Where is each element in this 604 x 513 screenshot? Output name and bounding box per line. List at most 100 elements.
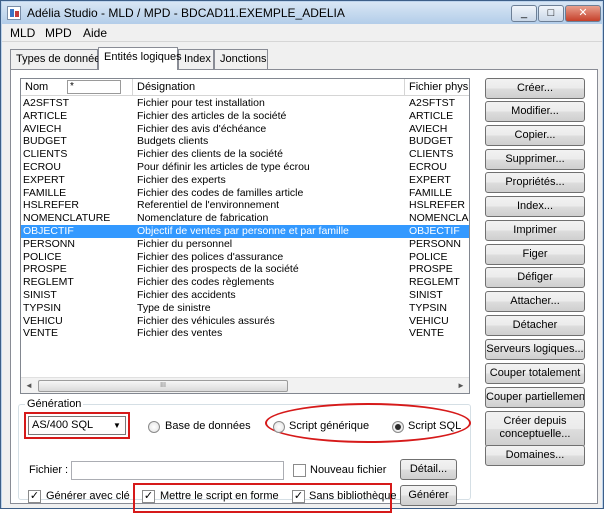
tab-types-de-donnee[interactable]: Types de donnée: [10, 49, 100, 69]
sans-bibliotheque-label: Sans bibliothèque: [309, 490, 397, 502]
maximize-button[interactable]: □: [538, 5, 564, 22]
cell-nom: BUDGET: [23, 135, 67, 148]
tab-index[interactable]: Index: [178, 49, 214, 69]
supprimer-button[interactable]: Supprimer...: [485, 149, 585, 170]
table-row[interactable]: AVIECH Fichier des avis d'échéance AVIECH: [21, 123, 469, 136]
creer-depuis-conceptuelle-button[interactable]: Créer depuis conceptuelle...: [485, 411, 585, 447]
detacher-button[interactable]: Détacher: [485, 315, 585, 336]
detail-button[interactable]: Détail...: [400, 459, 457, 480]
nom-filter-input[interactable]: *: [67, 80, 121, 94]
sans-bibliotheque-checkbox[interactable]: ✓: [292, 490, 305, 503]
menu-mpd[interactable]: MPD: [45, 26, 72, 40]
table-row[interactable]: OBJECTIF Objectif de ventes par personne …: [21, 224, 469, 238]
figer-button[interactable]: Figer: [485, 244, 585, 265]
cell-fichier: CLIENTS: [409, 148, 454, 161]
column-header-fichier-physique[interactable]: Fichier physique: [405, 79, 469, 96]
table-row[interactable]: TYPSIN Type de sinistre TYPSIN: [21, 302, 469, 315]
entities-list[interactable]: Nom * Désignation Fichier physique A2SFT…: [20, 78, 470, 394]
scroll-left-icon[interactable]: ◄: [21, 378, 37, 393]
creer-button[interactable]: Créer...: [485, 78, 585, 99]
cell-nom: TYPSIN: [23, 301, 61, 314]
copier-button[interactable]: Copier...: [485, 125, 585, 146]
table-row[interactable]: FAMILLE Fichier des codes de familles art…: [21, 187, 469, 200]
generer-avec-cle-label: Générer avec clé: [46, 490, 130, 502]
radio-base-de-donnees-label: Base de données: [165, 420, 251, 432]
scrollbar-thumb[interactable]: III: [38, 380, 288, 392]
radio-script-sql-label: Script SQL: [408, 420, 462, 432]
table-row[interactable]: NOMENCLATURE Nomenclature de fabrication N…: [21, 212, 469, 225]
couper-partiellement-button[interactable]: Couper partiellement: [485, 387, 585, 408]
domaines-button[interactable]: Domaines...: [485, 445, 585, 466]
table-row[interactable]: CLIENTS Fichier des clients de la société…: [21, 148, 469, 161]
cell-designation: Nomenclature de fabrication: [137, 212, 269, 225]
radio-script-generique[interactable]: [273, 421, 285, 433]
cell-fichier: ARTICLE: [409, 109, 454, 122]
cell-nom: ECROU: [23, 160, 61, 173]
cell-designation: Budgets clients: [137, 135, 209, 148]
table-row[interactable]: ARTICLE Fichier des articles de la sociét…: [21, 110, 469, 123]
cell-nom: PERSONN: [23, 237, 75, 250]
table-row[interactable]: EXPERT Fichier des experts EXPERT: [21, 174, 469, 187]
cell-fichier: FAMILLE: [409, 186, 453, 199]
radio-script-sql[interactable]: [392, 421, 404, 433]
cell-designation: Fichier des codes de familles article: [137, 186, 304, 199]
cell-designation: Fichier des ventes: [137, 327, 223, 340]
horizontal-scrollbar[interactable]: ◄ III ►: [21, 377, 469, 393]
close-button[interactable]: ✕: [565, 5, 601, 22]
table-row[interactable]: BUDGET Budgets clients BUDGET: [21, 135, 469, 148]
window-title: Adélia Studio - MLD / MPD - BDCAD11.EXEM…: [27, 6, 345, 20]
menu-aide[interactable]: Aide: [83, 26, 107, 40]
generer-avec-cle-checkbox[interactable]: ✓: [28, 490, 41, 503]
column-header-designation[interactable]: Désignation: [133, 79, 405, 96]
cell-fichier: NOMENCLA: [409, 212, 469, 225]
menu-bar: MLD MPD Aide: [2, 24, 602, 42]
table-row[interactable]: VEHICU Fichier des véhicules assurés VEHIC…: [21, 315, 469, 328]
modifier-button[interactable]: Modifier...: [485, 101, 585, 122]
cell-nom: EXPERT: [23, 173, 65, 186]
cell-nom: POLICE: [23, 250, 62, 263]
cell-fichier: AVIECH: [409, 122, 448, 135]
table-row[interactable]: POLICE Fichier des polices d'assurance POL…: [21, 251, 469, 264]
list-rows: A2SFTST Fichier pour test installation A2S…: [21, 97, 469, 340]
cell-nom: NOMENCLATURE: [23, 212, 111, 225]
table-row[interactable]: VENTE Fichier des ventes VENTE: [21, 327, 469, 340]
table-row[interactable]: PROSPE Fichier des prospects de la sociét…: [21, 263, 469, 276]
table-row[interactable]: PERSONN Fichier du personnel PERSONN: [21, 238, 469, 251]
cell-nom: VEHICU: [23, 314, 63, 327]
cell-nom: VENTE: [23, 327, 59, 340]
table-row[interactable]: HSLREFER Referentiel de l'environnement HS…: [21, 199, 469, 212]
mettre-en-forme-checkbox[interactable]: ✓: [142, 490, 155, 503]
attacher-button[interactable]: Attacher...: [485, 291, 585, 312]
cell-fichier: REGLEMT: [409, 276, 460, 289]
radio-base-de-donnees[interactable]: [148, 421, 160, 433]
cell-fichier: HSLREFER: [409, 199, 466, 212]
generer-button[interactable]: Générer: [400, 485, 457, 506]
nouveau-fichier-checkbox[interactable]: [293, 464, 306, 477]
table-row[interactable]: ECROU Pour définir les articles de type é…: [21, 161, 469, 174]
defiger-button[interactable]: Défiger: [485, 267, 585, 288]
minimize-button[interactable]: _: [511, 5, 537, 22]
index-button[interactable]: Index...: [485, 196, 585, 217]
table-row[interactable]: REGLEMT Fichier des codes règlements REGLE…: [21, 276, 469, 289]
main-panel: Types de donnée Entités logiques Index J…: [2, 42, 602, 513]
cell-designation: Fichier des experts: [137, 173, 226, 186]
couper-totalement-button[interactable]: Couper totalement: [485, 363, 585, 384]
proprietes-button[interactable]: Propriétés...: [485, 172, 585, 193]
cell-designation: Fichier des véhicules assurés: [137, 314, 275, 327]
radio-script-generique-label: Script générique: [289, 420, 370, 432]
table-row[interactable]: A2SFTST Fichier pour test installation A2S…: [21, 97, 469, 110]
tab-entites-logiques[interactable]: Entités logiques: [98, 47, 182, 70]
fichier-input[interactable]: [71, 461, 284, 480]
menu-mld[interactable]: MLD: [10, 26, 35, 40]
list-header: Nom * Désignation Fichier physique: [21, 79, 469, 96]
title-bar[interactable]: Adélia Studio - MLD / MPD - BDCAD11.EXEM…: [2, 2, 602, 24]
cell-nom: SINIST: [23, 288, 57, 301]
cell-designation: Objectif de ventes par personne et par f…: [137, 224, 349, 237]
cell-fichier: ECROU: [409, 160, 447, 173]
tab-jonctions[interactable]: Jonctions: [214, 49, 268, 69]
table-row[interactable]: SINIST Fichier des accidents SINIST: [21, 289, 469, 302]
cell-nom: HSLREFER: [23, 199, 80, 212]
scroll-right-icon[interactable]: ►: [453, 378, 469, 393]
imprimer-button[interactable]: Imprimer: [485, 220, 585, 241]
serveurs-logiques-button[interactable]: Serveurs logiques...: [485, 339, 585, 360]
